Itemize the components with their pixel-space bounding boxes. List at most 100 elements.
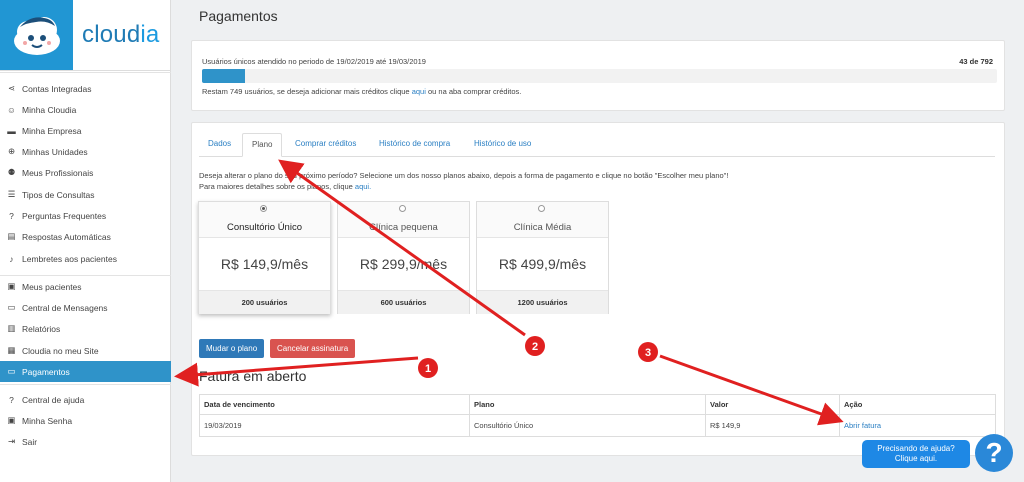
table-row: 19/03/2019 Consultório Único R$ 149,9 Ab… bbox=[199, 414, 996, 437]
bar-chart-icon: ▥ bbox=[7, 323, 16, 333]
sidebar-item-label: Minha Cloudia bbox=[22, 104, 77, 115]
plan-users: 1200 usuários bbox=[477, 290, 608, 314]
credit-card-icon: ▭ bbox=[7, 366, 16, 376]
change-plan-button[interactable]: Mudar o plano bbox=[199, 339, 265, 358]
intro-line-1: Deseja alterar o plano do seu próximo pe… bbox=[199, 171, 729, 180]
remaining-credits-text: Restam 749 usuários, se deseja adicionar… bbox=[202, 87, 522, 96]
sidebar-item-minha-senha[interactable]: ▣ Minha Senha bbox=[0, 410, 171, 431]
plan-price: R$ 499,9/mês bbox=[498, 256, 587, 272]
sidebar-item-label: Sair bbox=[22, 436, 38, 447]
tab-plano[interactable]: Plano bbox=[242, 133, 283, 157]
sidebar-item-contas-integradas[interactable]: ⋖ Contas Integradas bbox=[0, 78, 171, 99]
sidebar-item-label: Central de Mensagens bbox=[22, 302, 108, 313]
table-header-row: Data de vencimento Plano Valor Ação bbox=[199, 394, 996, 415]
plan-price: R$ 299,9/mês bbox=[359, 256, 448, 272]
add-credits-link[interactable]: aqui bbox=[412, 87, 426, 96]
sidebar-item-respostas-automaticas[interactable]: ▤ Respostas Automáticas bbox=[0, 226, 171, 247]
sidebar-item-meus-pacientes[interactable]: ▣ Meus pacientes bbox=[0, 276, 171, 297]
contact-icon: ▣ bbox=[7, 281, 16, 291]
intro-line-2: Para maiores detalhes sobre os planos, c… bbox=[199, 182, 372, 191]
plan-name: Clínica pequena bbox=[369, 222, 438, 233]
plan-option-clinica-media[interactable]: Clínica Média R$ 499,9/mês 1200 usuários bbox=[476, 201, 609, 314]
plan-radio[interactable] bbox=[399, 205, 406, 212]
sidebar-item-label: Minhas Unidades bbox=[22, 146, 88, 157]
sidebar-item-label: Lembretes aos pacientes bbox=[22, 253, 117, 264]
help-question-icon[interactable]: ? bbox=[975, 434, 1013, 472]
plan-name: Consultório Único bbox=[227, 222, 302, 233]
plan-radio[interactable] bbox=[260, 205, 267, 212]
sidebar-item-label: Respostas Automáticas bbox=[22, 231, 111, 242]
cancel-subscription-button[interactable]: Cancelar assinatura bbox=[270, 339, 356, 358]
logo-mark[interactable] bbox=[0, 0, 73, 70]
sidebar-item-label: Minha Senha bbox=[22, 415, 73, 426]
plan-users: 200 usuários bbox=[199, 290, 330, 314]
sidebar-item-label: Relatórios bbox=[22, 323, 61, 334]
sidebar-item-label: Perguntas Frequentes bbox=[22, 210, 107, 221]
plan-price: R$ 149,9/mês bbox=[220, 256, 309, 272]
tab-historico-de-uso[interactable]: Histórico de uso bbox=[465, 133, 540, 157]
sidebar: cloudia ⋖ Contas Integradas ☺ Minha Cloudia… bbox=[0, 0, 171, 482]
question-box-icon: ? bbox=[9, 210, 14, 221]
plan-header: Clínica Média bbox=[477, 202, 608, 238]
usage-progress-fill bbox=[202, 69, 245, 83]
bell-icon: ♪ bbox=[9, 253, 14, 264]
list-icon: ☰ bbox=[7, 189, 16, 199]
cloud-face-icon: ☺ bbox=[7, 104, 16, 115]
message-icon: ▭ bbox=[7, 302, 16, 312]
sidebar-item-minha-empresa[interactable]: ▬ Minha Empresa bbox=[0, 120, 171, 141]
sidebar-item-central-de-ajuda[interactable]: ? Central de ajuda bbox=[0, 389, 171, 410]
sidebar-item-lembretes-aos-pacientes[interactable]: ♪ Lembretes aos pacientes bbox=[0, 248, 171, 269]
brand-name: cloudia bbox=[82, 21, 160, 48]
plan-option-consultorio-unico[interactable]: Consultório Único R$ 149,9/mês 200 usuár… bbox=[198, 201, 331, 314]
usage-period-text: Usuários únicos atendido no periodo de 1… bbox=[202, 57, 426, 66]
invoice-due-date: 19/03/2019 bbox=[199, 414, 470, 437]
sidebar-item-sair[interactable]: ⇥ Sair bbox=[0, 431, 171, 452]
chat-icon: ▤ bbox=[7, 231, 16, 241]
sidebar-item-meus-profissionais[interactable]: ⚉ Meus Profissionais bbox=[0, 162, 171, 183]
plan-radio[interactable] bbox=[538, 205, 545, 212]
plan-intro-text: Deseja alterar o plano do seu próximo pe… bbox=[199, 170, 728, 192]
sidebar-item-label: Cloudia no meu Site bbox=[22, 345, 99, 356]
sidebar-item-perguntas-frequentes[interactable]: ? Perguntas Frequentes bbox=[0, 205, 171, 226]
plan-header: Clínica pequena bbox=[338, 202, 469, 238]
open-invoice-link[interactable]: Abrir fatura bbox=[844, 421, 881, 430]
sidebar-item-central-de-mensagens[interactable]: ▭ Central de Mensagens bbox=[0, 297, 171, 318]
invoice-table: Data de vencimento Plano Valor Ação 19/0… bbox=[199, 394, 996, 437]
help-line-1: Precisando de ajuda? bbox=[877, 444, 955, 453]
tab-historico-de-compra[interactable]: Histórico de compra bbox=[370, 133, 459, 157]
sidebar-item-label: Contas Integradas bbox=[22, 83, 92, 94]
plus-circle-icon: ⊕ bbox=[7, 146, 16, 156]
usage-count: 43 de 792 bbox=[959, 57, 993, 66]
plan-details-link[interactable]: aqui. bbox=[355, 182, 371, 191]
cloud-face-logo-icon bbox=[14, 17, 60, 55]
column-header: Ação bbox=[839, 394, 996, 415]
sidebar-item-pagamentos[interactable]: ▭ Pagamentos bbox=[0, 361, 171, 382]
sidebar-item-cloudia-no-meu-site[interactable]: ▦ Cloudia no meu Site bbox=[0, 340, 171, 361]
help-line-2: Clique aqui. bbox=[894, 454, 938, 463]
divider bbox=[0, 70, 171, 71]
sidebar-item-label: Minha Empresa bbox=[22, 125, 82, 136]
invoice-plan: Consultório Único bbox=[469, 414, 706, 437]
nav-divider bbox=[0, 72, 171, 73]
sidebar-item-label: Meus Profissionais bbox=[22, 167, 94, 178]
lock-icon: ▣ bbox=[7, 415, 16, 425]
sidebar-item-relatorios[interactable]: ▥ Relatórios bbox=[0, 318, 171, 339]
tab-comprar-creditos[interactable]: Comprar créditos bbox=[286, 133, 365, 157]
tab-dados[interactable]: Dados bbox=[199, 133, 240, 157]
plan-users: 600 usuários bbox=[338, 290, 469, 314]
page-title: Pagamentos bbox=[199, 8, 278, 24]
sidebar-item-label: Pagamentos bbox=[22, 366, 70, 377]
column-header: Plano bbox=[469, 394, 706, 415]
share-icon: ⋖ bbox=[7, 83, 16, 93]
invoice-action-cell: Abrir fatura bbox=[839, 414, 996, 437]
logout-icon: ⇥ bbox=[7, 436, 16, 446]
sidebar-item-minha-cloudia[interactable]: ☺ Minha Cloudia bbox=[0, 99, 171, 120]
usage-progress-bar bbox=[202, 69, 997, 83]
plan-option-clinica-pequena[interactable]: Clínica pequena R$ 299,9/mês 600 usuário… bbox=[337, 201, 470, 314]
sidebar-item-tipos-de-consultas[interactable]: ☰ Tipos de Consultas bbox=[0, 184, 171, 205]
sidebar-item-minhas-unidades[interactable]: ⊕ Minhas Unidades bbox=[0, 141, 171, 162]
nav-divider bbox=[0, 384, 171, 385]
column-header: Valor bbox=[705, 394, 840, 415]
store-icon: ▬ bbox=[7, 125, 16, 136]
help-chat-bubble[interactable]: Precisando de ajuda? Clique aqui. bbox=[862, 440, 970, 468]
